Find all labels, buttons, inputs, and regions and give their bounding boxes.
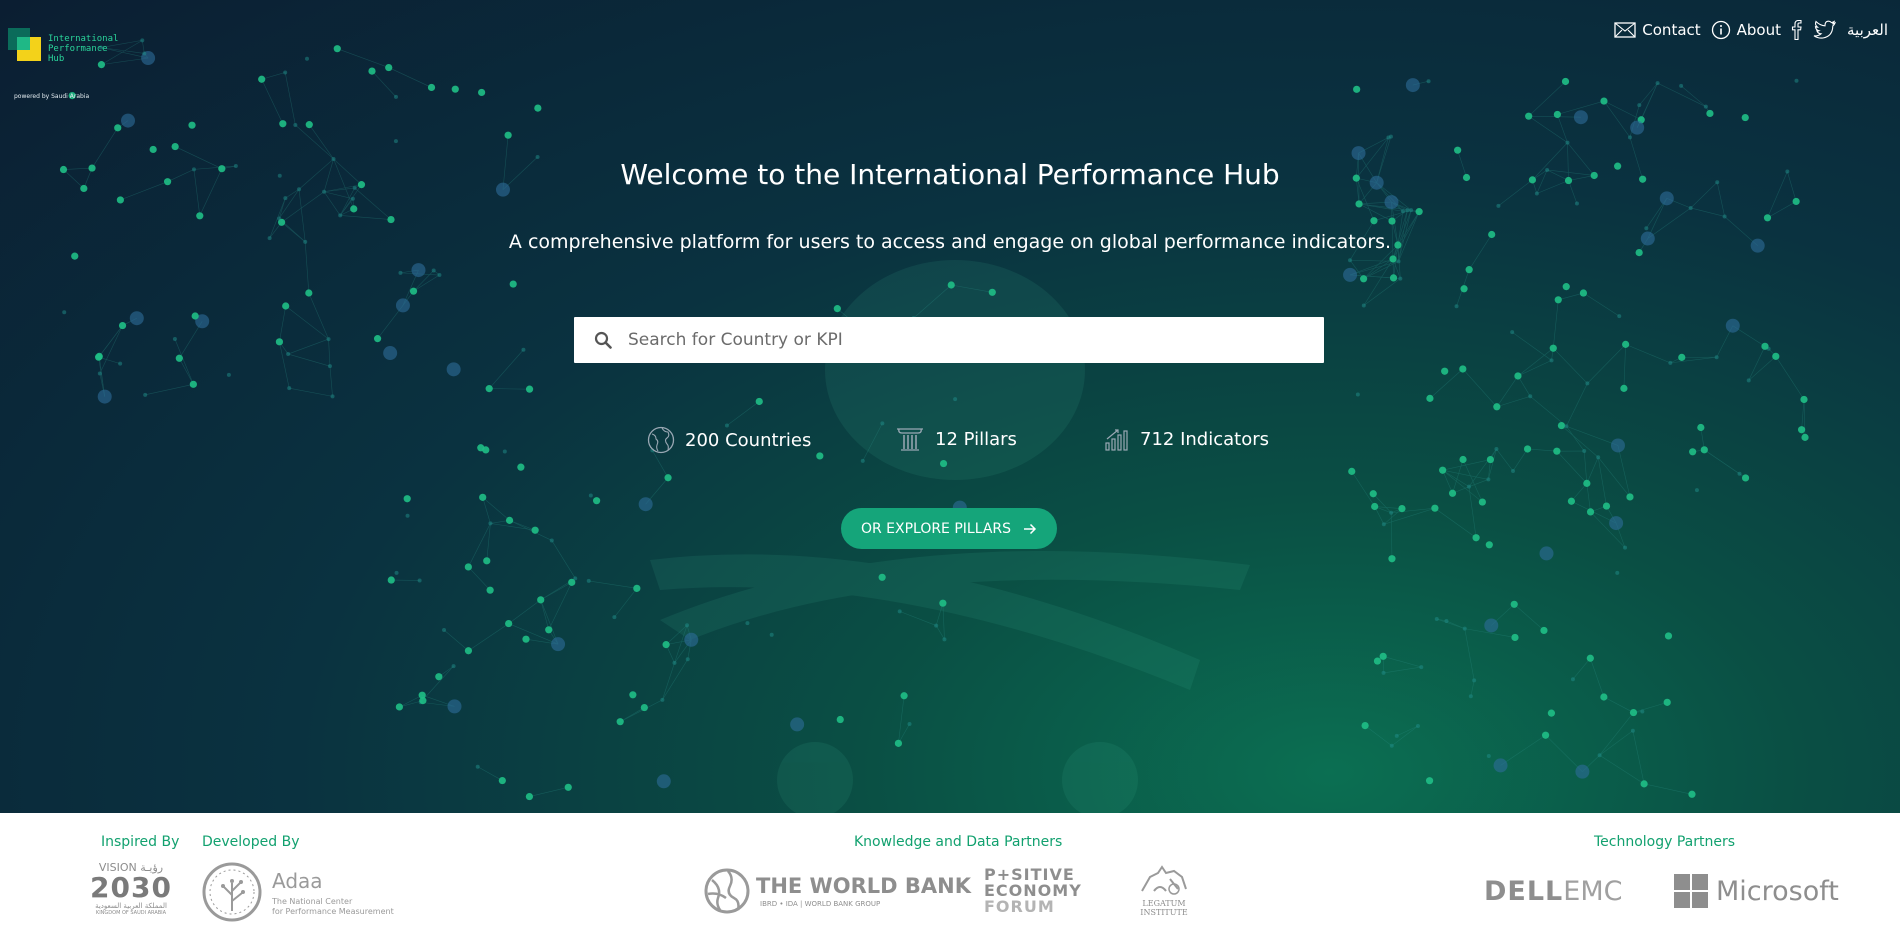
legatum-line1: LEGATUM [1142, 899, 1186, 908]
page-title: Welcome to the International Performance… [620, 158, 1280, 191]
top-nav: Contact About العربية [1614, 20, 1888, 40]
site-logo[interactable]: International Performance Hub powered by… [8, 28, 119, 100]
search-input[interactable] [628, 330, 1288, 350]
adaa-tree-icon [202, 862, 262, 922]
stat-indicators-label: 712 Indicators [1140, 428, 1269, 450]
technology-partners-label: Technology Partners [1594, 834, 1736, 850]
language-toggle[interactable]: العربية [1847, 21, 1888, 39]
dell-emc-logo[interactable]: DELLEMC [1484, 876, 1622, 907]
indicator-chart-icon [1105, 429, 1128, 451]
positive-economy-forum-logo[interactable]: P+SITIVE ECONOMY FORUM [984, 867, 1094, 915]
legatum-institute-logo[interactable]: LEGATUM INSTITUTE [1134, 863, 1194, 917]
world-bank-name: THE WORLD BANK [756, 874, 971, 898]
vision-line1: المملكة العربية السعودية [95, 902, 167, 910]
world-bank-logo[interactable]: THE WORLD BANK IBRD • IDA | WORLD BANK G… [704, 868, 971, 916]
logo-powered-by: powered by Saudi Arabia [14, 93, 90, 100]
knowledge-partners-label: Knowledge and Data Partners [854, 834, 1063, 850]
world-network-background [59, 38, 1809, 813]
stat-pillars[interactable]: 12 Pillars [895, 426, 1017, 452]
nav-contact[interactable]: Contact [1614, 21, 1701, 39]
vision-number: 2030 [90, 871, 172, 904]
adaa-line1: The National Center [272, 897, 353, 906]
logo-mark-icon [8, 28, 44, 64]
stat-countries-label: 200 Countries [685, 429, 812, 451]
microsoft-name: Microsoft [1716, 875, 1839, 907]
vision-2030-logo[interactable]: VISION رؤيـة 2030 المملكة العربية السعود… [88, 861, 174, 916]
nav-contact-label: Contact [1642, 21, 1701, 39]
footer: Inspired By Developed By Knowledge and D… [0, 813, 1900, 949]
hero-section: International Performance Hub powered by… [0, 0, 1900, 813]
search-icon [594, 331, 612, 349]
nav-about-label: About [1736, 21, 1781, 39]
nav-about[interactable]: About [1711, 20, 1781, 40]
legatum-line2: INSTITUTE [1140, 908, 1188, 917]
logo-text: International Performance Hub [48, 34, 119, 64]
mail-icon [1614, 22, 1636, 38]
info-icon [1711, 20, 1730, 40]
legatum-chariot-icon [1141, 865, 1187, 895]
positive-line3: FORUM [984, 897, 1055, 916]
adaa-logo[interactable]: Adaa The National Center for Performance… [200, 861, 400, 923]
microsoft-logo[interactable]: Microsoft [1674, 873, 1839, 909]
adaa-line2: for Performance Measurement [272, 907, 394, 916]
stat-pillars-label: 12 Pillars [935, 428, 1017, 450]
microsoft-squares-icon [1674, 874, 1708, 908]
world-bank-globe-icon [704, 868, 750, 914]
facebook-icon[interactable] [1791, 20, 1803, 40]
world-bank-sub: IBRD • IDA | WORLD BANK GROUP [760, 900, 881, 908]
stat-indicators[interactable]: 712 Indicators [1104, 426, 1269, 452]
adaa-name: Adaa [272, 869, 323, 893]
globe-icon [647, 426, 675, 454]
emc-text: EMC [1563, 876, 1623, 907]
arrow-right-icon [1024, 523, 1037, 534]
stat-countries[interactable]: 200 Countries [647, 426, 811, 454]
vision-line2: KINGDOM OF SAUDI ARABIA [95, 910, 167, 916]
page-subtitle: A comprehensive platform for users to ac… [508, 231, 1392, 253]
explore-pillars-label: OR EXPLORE PILLARS [860, 520, 1012, 537]
search-bar[interactable] [574, 317, 1324, 363]
dell-text: DELL [1484, 876, 1564, 907]
twitter-icon[interactable] [1813, 20, 1837, 40]
developed-by-label: Developed By [202, 834, 300, 850]
stats-row: 200 Countries 12 Pillars 712 Indicators [0, 426, 1900, 456]
inspired-by-label: Inspired By [101, 834, 180, 850]
explore-pillars-button[interactable]: OR EXPLORE PILLARS [841, 508, 1057, 549]
pillar-icon [897, 428, 923, 451]
